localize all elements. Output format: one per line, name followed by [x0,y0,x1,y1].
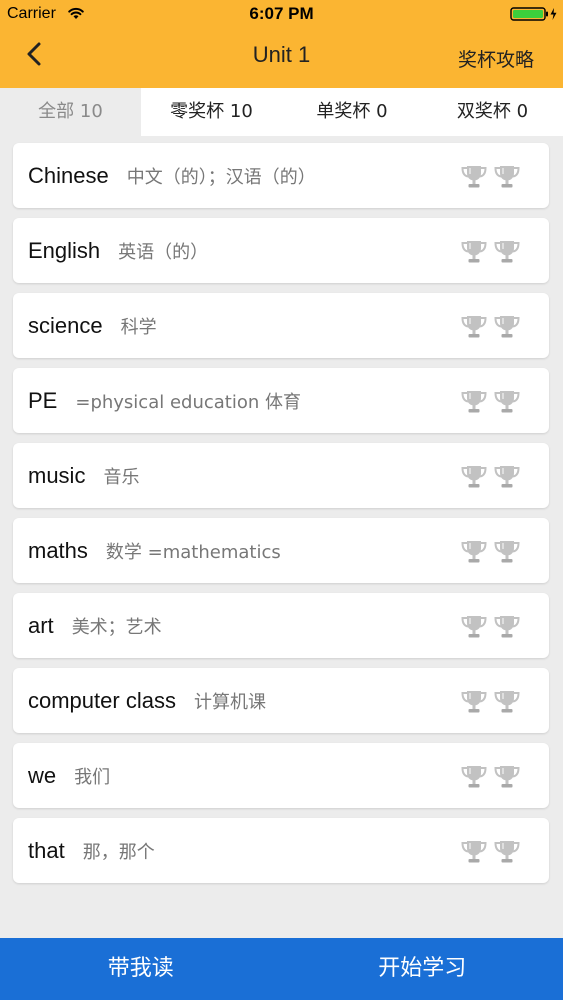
trophy-guide-button[interactable]: 奖杯攻略 [458,45,534,72]
trophy-icon [492,389,522,415]
trophy-group [459,314,522,340]
trophy-icon [492,164,522,190]
word-english: PE [28,388,58,413]
trophy-icon [492,839,522,865]
word-text: we 我们 [28,743,110,808]
trophy-icon [459,689,489,715]
word-text: English 英语（的） [28,218,208,283]
trophy-group [459,464,522,490]
tab-all[interactable]: 全部 10 [0,88,141,136]
trophy-icon [459,389,489,415]
tab-zero-trophy[interactable]: 零奖杯 10 [141,88,282,136]
word-text: maths 数学 =mathematics [28,518,281,583]
clock: 6:07 PM [249,4,314,23]
word-chinese: =physical education 体育 [75,392,301,413]
trophy-icon [459,314,489,340]
trophy-icon [492,464,522,490]
trophy-icon [492,689,522,715]
trophy-icon [492,239,522,265]
filter-tabs: 全部 10 零奖杯 10 单奖杯 0 双奖杯 0 [0,88,563,136]
word-text: that 那，那个 [28,818,155,883]
trophy-group [459,839,522,865]
read-with-me-button[interactable]: 带我读 [0,938,282,1000]
word-card[interactable]: music 音乐 [13,443,549,508]
word-chinese: 科学 [120,317,157,338]
trophy-group [459,689,522,715]
trophy-group [459,764,522,790]
trophy-icon [459,839,489,865]
word-english: maths [28,538,88,563]
word-chinese: 计算机课 [193,692,266,713]
word-chinese: 我们 [74,767,111,788]
trophy-icon [459,614,489,640]
trophy-group [459,539,522,565]
trophy-icon [459,464,489,490]
word-card[interactable]: art 美术；艺术 [13,593,549,658]
word-chinese: 音乐 [103,467,140,488]
word-chinese: 英语（的） [118,242,209,263]
word-chinese: 那，那个 [82,842,155,863]
word-text: art 美术；艺术 [28,593,162,658]
word-chinese: 数学 =mathematics [105,542,281,563]
word-english: science [28,313,103,338]
word-english: art [28,613,54,638]
nav-bar: Unit 1 奖杯攻略 [0,28,563,88]
word-card[interactable]: that 那，那个 [13,818,549,883]
word-text: science 科学 [28,293,157,358]
header: Carrier 6:07 PM Unit 1 奖杯攻略 [0,0,563,88]
trophy-icon [459,164,489,190]
word-card[interactable]: Chinese 中文（的）；汉语（的） [13,143,549,208]
word-chinese: 中文（的）；汉语（的） [126,167,316,188]
trophy-icon [492,314,522,340]
word-card[interactable]: maths 数学 =mathematics [13,518,549,583]
status-bar: Carrier 6:07 PM [0,0,563,28]
word-text: computer class 计算机课 [28,668,266,733]
tab-single-trophy[interactable]: 单奖杯 0 [282,88,422,136]
word-english: English [28,238,101,263]
word-card[interactable]: English 英语（的） [13,218,549,283]
trophy-group [459,389,522,415]
word-card[interactable]: science 科学 [13,293,549,358]
trophy-icon [459,764,489,790]
trophy-icon [459,539,489,565]
word-english: Chinese [28,163,109,188]
word-card[interactable]: we 我们 [13,743,549,808]
word-text: Chinese 中文（的）；汉语（的） [28,143,316,208]
word-english: music [28,463,86,488]
trophy-group [459,614,522,640]
tab-double-trophy[interactable]: 双奖杯 0 [422,88,563,136]
trophy-icon [492,614,522,640]
word-text: PE =physical education 体育 [28,368,301,433]
trophy-icon [492,764,522,790]
bottom-bar: 带我读 开始学习 [0,938,563,1000]
trophy-icon [492,539,522,565]
trophy-icon [459,239,489,265]
word-text: music 音乐 [28,443,139,508]
word-card[interactable]: PE =physical education 体育 [13,368,549,433]
word-list: Chinese 中文（的）；汉语（的） English 英语（的） science 科学 P… [13,143,549,893]
battery-icon [510,7,557,21]
word-english: we [28,763,57,788]
word-english: computer class [28,688,176,713]
word-english: that [28,838,65,863]
word-chinese: 美术；艺术 [71,617,162,638]
trophy-group [459,239,522,265]
start-learning-button[interactable]: 开始学习 [282,938,563,1000]
word-card[interactable]: computer class 计算机课 [13,668,549,733]
trophy-group [459,164,522,190]
back-chevron-icon[interactable] [20,38,50,70]
